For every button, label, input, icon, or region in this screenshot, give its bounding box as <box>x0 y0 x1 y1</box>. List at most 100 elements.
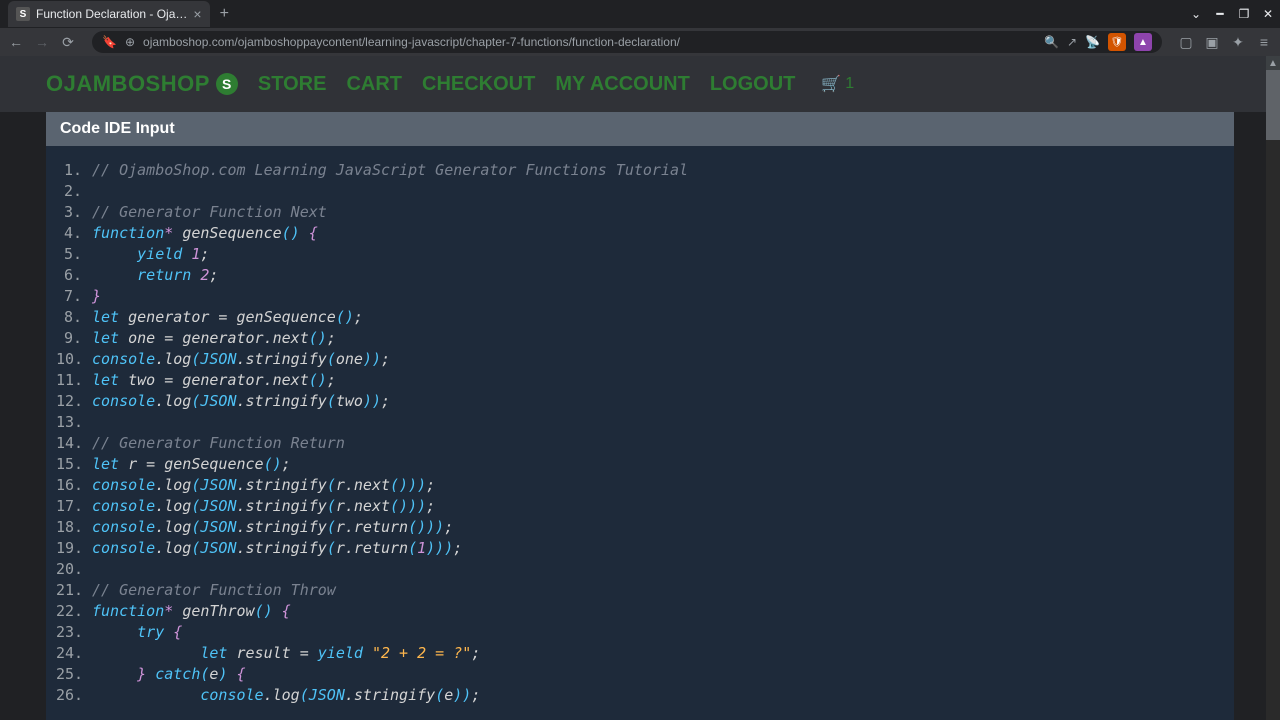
browser-toolbar: ← → ⟳ 🔖 ⊕ ojamboshop.com/ojamboshoppayco… <box>0 28 1280 56</box>
minimize-icon[interactable]: ━ <box>1208 0 1232 28</box>
address-bar[interactable]: 🔖 ⊕ ojamboshop.com/ojamboshoppaycontent/… <box>92 31 1162 53</box>
line-number: 14. <box>56 433 92 454</box>
code-line: 4.function* genSequence() { <box>56 223 1224 244</box>
code-text: let one = generator.next(); <box>92 328 336 349</box>
line-number: 1. <box>56 160 92 181</box>
code-line: 19.console.log(JSON.stringify(r.return(1… <box>56 538 1224 559</box>
code-line: 25. } catch(e) { <box>56 664 1224 685</box>
logo-badge: S <box>216 73 238 95</box>
code-line: 1.// OjamboShop.com Learning JavaScript … <box>56 160 1224 181</box>
code-line: 21.// Generator Function Throw <box>56 580 1224 601</box>
rss-icon[interactable]: 📡 <box>1085 35 1100 49</box>
code-text: } <box>92 286 101 307</box>
url-text: ojamboshop.com/ojamboshoppaycontent/lear… <box>143 35 680 49</box>
code-text: let result = yield "2 + 2 = ?"; <box>92 643 480 664</box>
code-editor[interactable]: 1.// OjamboShop.com Learning JavaScript … <box>46 146 1234 720</box>
code-line: 5. yield 1; <box>56 244 1224 265</box>
line-number: 15. <box>56 454 92 475</box>
line-number: 9. <box>56 328 92 349</box>
code-text: return 2; <box>92 265 218 286</box>
line-number: 8. <box>56 307 92 328</box>
maximize-icon[interactable]: ❐ <box>1232 0 1256 28</box>
sparkle-icon[interactable]: ✦ <box>1228 32 1248 52</box>
code-line: 12.console.log(JSON.stringify(two)); <box>56 391 1224 412</box>
site-info-icon[interactable]: ⊕ <box>125 35 135 49</box>
code-text: console.log(JSON.stringify(one)); <box>92 349 390 370</box>
bookmark-icon[interactable]: 🔖 <box>102 35 117 49</box>
code-text: let generator = genSequence(); <box>92 307 363 328</box>
line-number: 5. <box>56 244 92 265</box>
toolbar-right-icons: ▢ ▣ ✦ ≡ <box>1176 32 1274 52</box>
tab-close-icon[interactable]: × <box>193 6 201 22</box>
dropdown-icon[interactable]: ⌄ <box>1184 0 1208 28</box>
browser-tab[interactable]: S Function Declaration - Oja… × <box>8 1 210 27</box>
code-line: 16.console.log(JSON.stringify(r.next()))… <box>56 475 1224 496</box>
code-line: 23. try { <box>56 622 1224 643</box>
site-logo[interactable]: OJAMBOSHOP S <box>46 71 238 97</box>
code-text: function* genSequence() { <box>92 223 318 244</box>
browser-titlebar: S Function Declaration - Oja… × + ⌄ ━ ❐ … <box>0 0 1280 28</box>
scroll-up-icon[interactable]: ▲ <box>1266 56 1280 70</box>
code-line: 18.console.log(JSON.stringify(r.return()… <box>56 517 1224 538</box>
panel-title: Code IDE Input <box>46 112 1234 146</box>
code-text: console.log(JSON.stringify(two)); <box>92 391 390 412</box>
nav-store[interactable]: STORE <box>258 73 327 96</box>
code-text: try { <box>92 622 182 643</box>
cart-icon: 🛒 <box>821 74 841 94</box>
code-text: console.log(JSON.stringify(r.next())); <box>92 496 435 517</box>
share-icon[interactable]: ↗ <box>1067 35 1077 49</box>
cart-button[interactable]: 🛒 1 <box>821 74 854 94</box>
line-number: 20. <box>56 559 92 580</box>
scroll-thumb[interactable] <box>1266 70 1280 140</box>
extension-icon[interactable]: ▲ <box>1134 33 1152 51</box>
line-number: 3. <box>56 202 92 223</box>
code-text: function* genThrow() { <box>92 601 291 622</box>
line-number: 12. <box>56 391 92 412</box>
code-line: 3.// Generator Function Next <box>56 202 1224 223</box>
reload-button[interactable]: ⟳ <box>58 32 78 52</box>
logo-text: OJAMBOSHOP <box>46 71 210 97</box>
line-number: 26. <box>56 685 92 706</box>
brave-shield-icon[interactable]: 🛡 <box>1108 33 1126 51</box>
nav-account[interactable]: MY ACCOUNT <box>555 73 689 96</box>
nav-logout[interactable]: LOGOUT <box>710 73 796 96</box>
code-line: 10.console.log(JSON.stringify(one)); <box>56 349 1224 370</box>
code-line: 2. <box>56 181 1224 202</box>
close-icon[interactable]: ✕ <box>1256 0 1280 28</box>
code-line: 13. <box>56 412 1224 433</box>
code-line: 26. console.log(JSON.stringify(e)); <box>56 685 1224 706</box>
line-number: 13. <box>56 412 92 433</box>
code-line: 7.} <box>56 286 1224 307</box>
code-text: // Generator Function Next <box>92 202 327 223</box>
code-text: yield 1; <box>92 244 209 265</box>
window-controls: ⌄ ━ ❐ ✕ <box>1184 0 1280 28</box>
line-number: 21. <box>56 580 92 601</box>
nav-cart[interactable]: CART <box>346 73 402 96</box>
code-line: 6. return 2; <box>56 265 1224 286</box>
line-number: 18. <box>56 517 92 538</box>
line-number: 6. <box>56 265 92 286</box>
tab-title: Function Declaration - Oja… <box>36 7 187 21</box>
code-line: 20. <box>56 559 1224 580</box>
new-tab-button[interactable]: + <box>220 5 229 23</box>
page-scrollbar[interactable]: ▲ <box>1266 56 1280 720</box>
code-text: let two = generator.next(); <box>92 370 336 391</box>
code-line: 22.function* genThrow() { <box>56 601 1224 622</box>
wallet-icon[interactable]: ▣ <box>1202 32 1222 52</box>
back-button[interactable]: ← <box>6 32 26 52</box>
code-line: 9.let one = generator.next(); <box>56 328 1224 349</box>
nav-checkout[interactable]: CHECKOUT <box>422 73 535 96</box>
code-text: } catch(e) { <box>92 664 246 685</box>
code-line: 14.// Generator Function Return <box>56 433 1224 454</box>
forward-button[interactable]: → <box>32 32 52 52</box>
zoom-icon[interactable]: 🔍 <box>1044 35 1059 49</box>
code-text: // Generator Function Throw <box>92 580 336 601</box>
sidebar-icon[interactable]: ▢ <box>1176 32 1196 52</box>
code-text: // OjamboShop.com Learning JavaScript Ge… <box>92 160 688 181</box>
menu-icon[interactable]: ≡ <box>1254 32 1274 52</box>
line-number: 16. <box>56 475 92 496</box>
page-content: OJAMBOSHOP S STORE CART CHECKOUT MY ACCO… <box>0 56 1280 720</box>
line-number: 25. <box>56 664 92 685</box>
line-number: 2. <box>56 181 92 202</box>
line-number: 22. <box>56 601 92 622</box>
